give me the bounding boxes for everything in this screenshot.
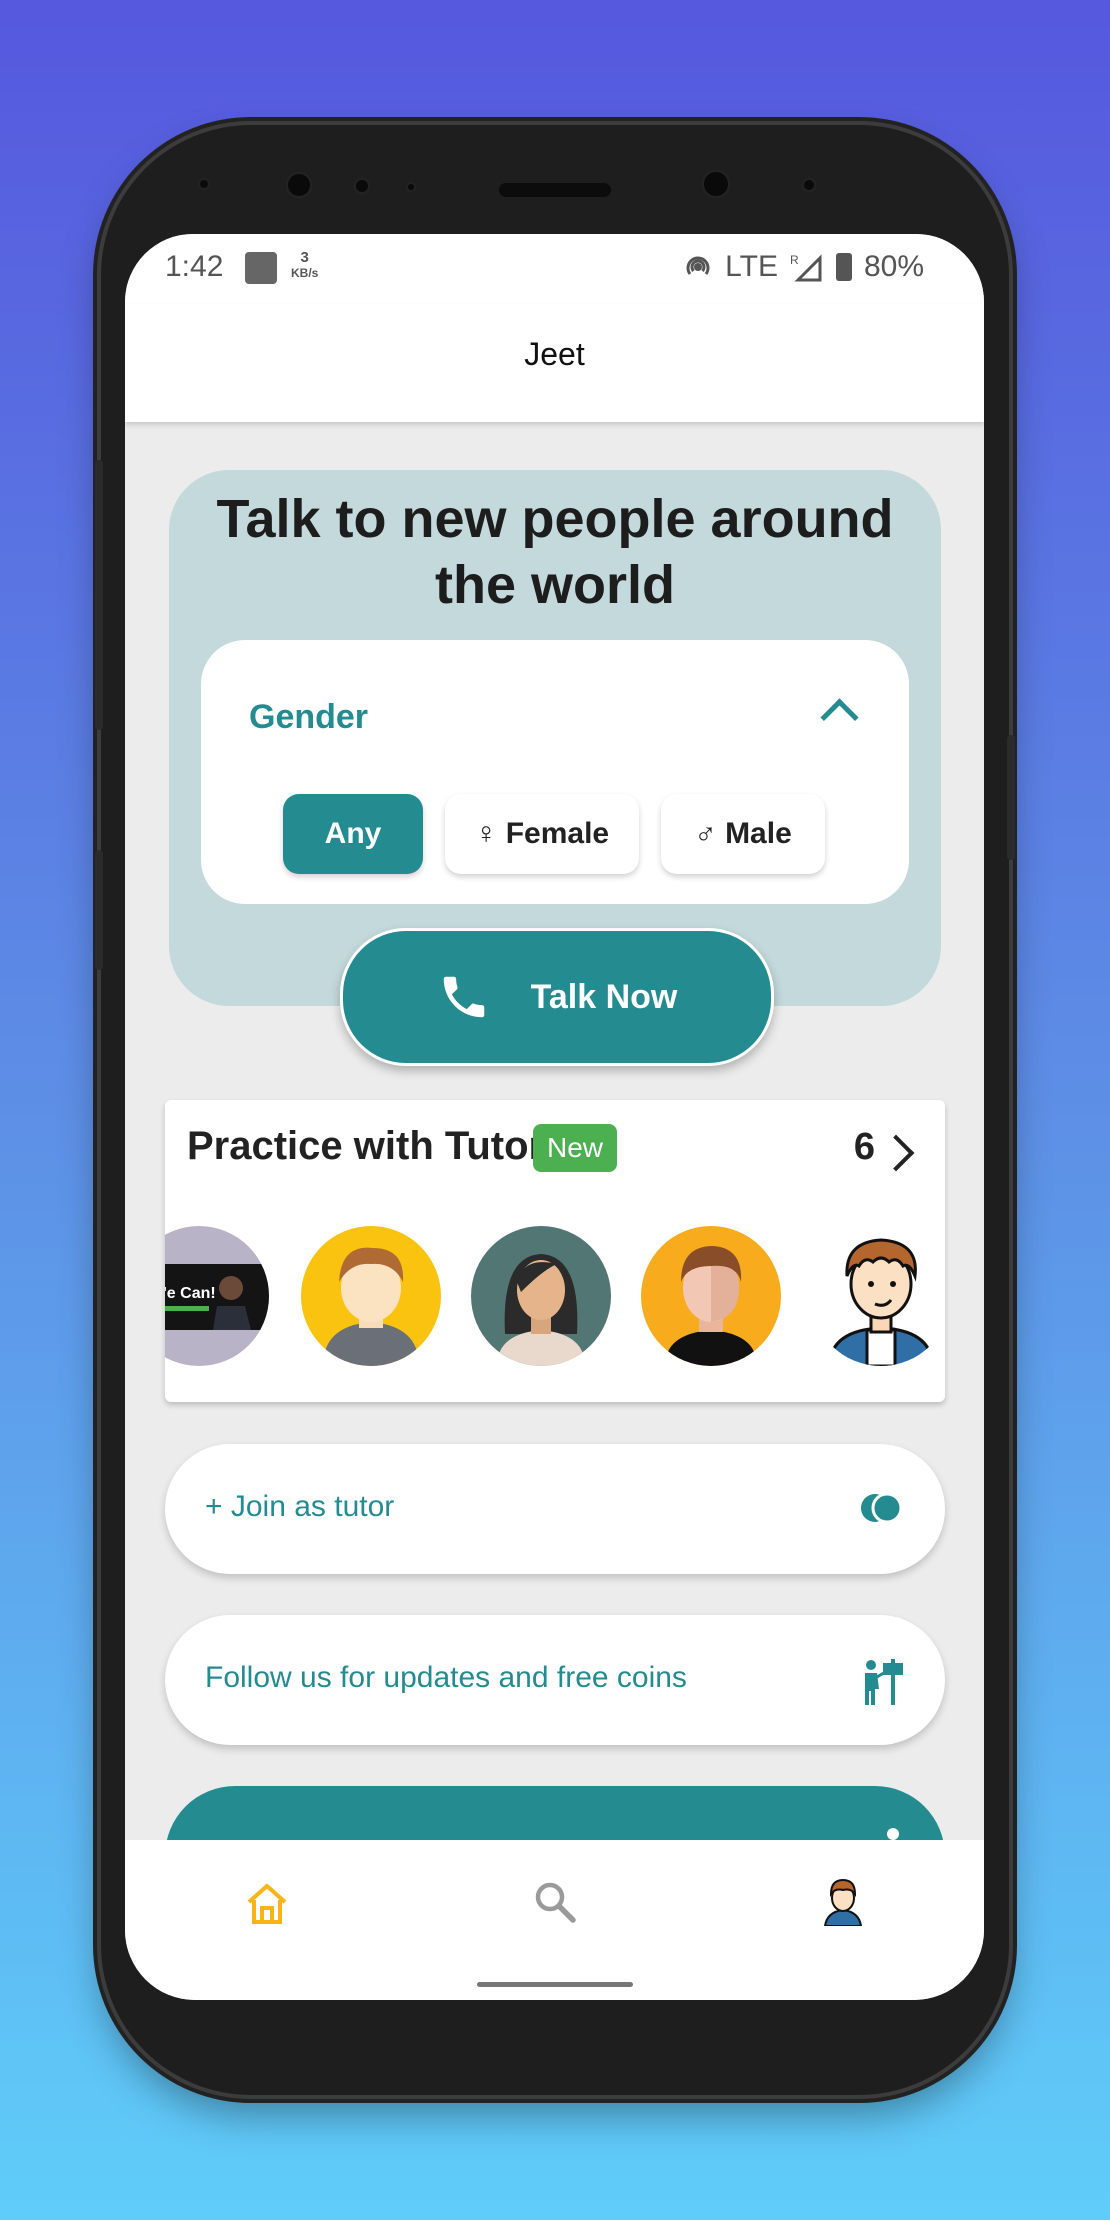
battery-icon: [835, 253, 852, 281]
gender-option-any[interactable]: Any: [283, 794, 423, 874]
profile-avatar[interactable]: [821, 1876, 865, 1926]
proximity-sensor: [353, 177, 371, 195]
volume-down-button: [95, 850, 103, 970]
signal-icon: R: [790, 253, 822, 282]
data-rate-value: 3: [300, 249, 309, 266]
follow-row[interactable]: Follow us for updates and free coins: [165, 1615, 945, 1745]
data-rate-unit: KB/s: [291, 266, 319, 280]
front-sensor: [197, 177, 211, 191]
gender-option-male[interactable]: ♂ Male: [661, 794, 825, 874]
follow-label: Follow us for updates and free coins: [205, 1661, 687, 1694]
tutor-avatar-woman[interactable]: [471, 1226, 611, 1366]
talk-now-button[interactable]: Talk Now: [340, 928, 774, 1066]
app-bar: Jeet: [125, 304, 984, 422]
bottom-nav: [125, 1840, 984, 2000]
chevron-up-icon[interactable]: [820, 698, 859, 737]
tutor-card[interactable]: Practice with Tutor New 6 'e Can!: [165, 1100, 945, 1402]
app-title: Jeet: [524, 336, 585, 372]
tutor-avatar-video[interactable]: 'e Can!: [165, 1226, 269, 1366]
tutor-avatar-boy-hoodie[interactable]: [301, 1226, 441, 1366]
hotspot-icon: [686, 256, 710, 275]
status-bar: 1:42 3 KB/s LTE R 80%: [125, 234, 984, 304]
network-type: LTE: [725, 250, 778, 283]
earpiece-speaker: [499, 183, 611, 197]
volume-up-button: [95, 460, 103, 730]
coins-icon: [861, 1492, 903, 1524]
app-screen: 1:42 3 KB/s LTE R 80% Jeet Talk to new p…: [125, 234, 984, 2000]
tutor-count: 6: [853, 1126, 875, 1168]
join-tutor-label: + Join as tutor: [205, 1490, 395, 1523]
light-sensor: [405, 181, 417, 193]
tutor-avatar-man[interactable]: [641, 1226, 781, 1366]
status-time: 1:42: [165, 250, 224, 283]
signpost-person-icon: [865, 1659, 903, 1705]
hero-card: Talk to new people around the world Gend…: [169, 470, 941, 1006]
ir-sensor: [801, 177, 817, 193]
search-icon[interactable]: [533, 1880, 577, 1924]
battery-level: 80%: [863, 250, 924, 283]
svg-text:'e Can!: 'e Can!: [165, 1285, 216, 1302]
chevron-right-icon[interactable]: [877, 1134, 915, 1172]
power-button: [1007, 735, 1015, 860]
home-indicator[interactable]: [477, 1982, 633, 1987]
tutor-title: Practice with Tutor: [187, 1124, 545, 1168]
hero-title: Talk to new people around the world: [216, 489, 894, 615]
new-badge: New: [533, 1124, 618, 1172]
join-tutor-row[interactable]: + Join as tutor: [165, 1444, 945, 1574]
roaming-indicator: R: [790, 253, 799, 267]
talk-now-label: Talk Now: [530, 977, 678, 1016]
gender-option-female[interactable]: ♀ Female: [445, 794, 639, 874]
phone-icon: [443, 976, 484, 1018]
front-camera: [285, 171, 313, 199]
status-right: LTE R 80%: [683, 250, 924, 284]
gender-label: Gender: [249, 698, 369, 736]
gender-filter-card: Gender Any ♀ Female ♂ Male: [201, 640, 909, 904]
home-icon[interactable]: [243, 1880, 291, 1926]
promo-dot-icon: [887, 1828, 899, 1840]
notification-icon: [245, 252, 277, 284]
data-rate: 3 KB/s: [291, 250, 318, 281]
tutor-avatar-cartoon[interactable]: [811, 1226, 945, 1366]
front-camera-2: [701, 169, 731, 199]
